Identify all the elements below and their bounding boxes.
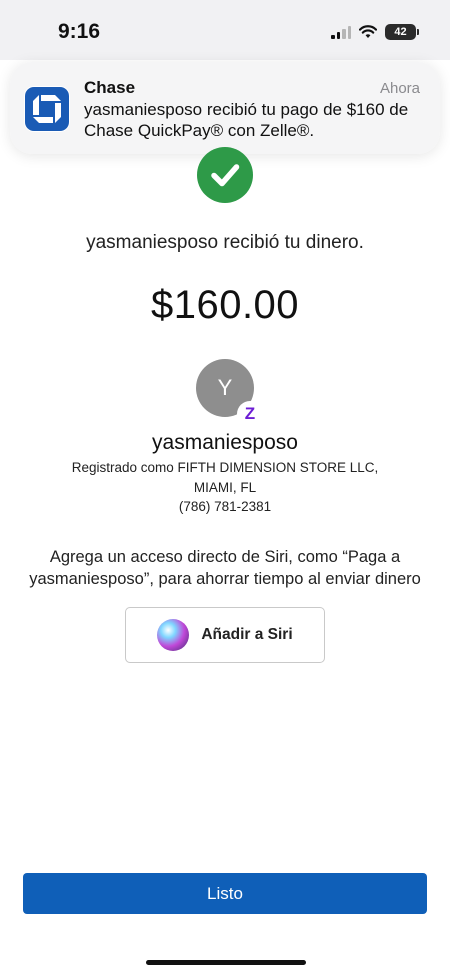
checkmark-icon <box>197 147 253 203</box>
chase-notification[interactable]: Chase Ahora yasmaniesposo recibió tu pag… <box>10 62 440 154</box>
registered-location: MIAMI, FL <box>193 480 257 495</box>
home-indicator[interactable] <box>146 960 306 965</box>
wifi-icon <box>359 25 377 38</box>
add-to-siri-button[interactable]: Añadir a Siri <box>125 607 325 663</box>
done-button-label: Listo <box>207 883 243 903</box>
avatar-initial: Y <box>217 375 233 400</box>
done-button[interactable]: Listo <box>23 873 427 914</box>
chase-logo-icon <box>24 86 70 132</box>
cellular-signal-icon <box>331 25 351 39</box>
status-icons: 42 <box>331 24 419 40</box>
add-to-siri-label: Añadir a Siri <box>201 626 293 643</box>
battery-icon: 42 <box>385 24 419 40</box>
recipient-phone: (786) 781-2381 <box>178 499 272 514</box>
status-bar: 9:16 42 <box>0 0 450 60</box>
zelle-badge-letter: Z <box>244 404 256 423</box>
confirmation-message: yasmaniesposo recibió tu dinero. <box>86 232 364 253</box>
siri-shortcut-text: Agrega un acceso directo de Siri, como “… <box>29 548 421 588</box>
registered-name: Registrado como FIFTH DIMENSION STORE LL… <box>71 460 379 475</box>
notification-time: Ahora <box>379 80 420 97</box>
payment-amount: $160.00 <box>150 283 300 327</box>
recipient-name: yasmaniesposo <box>152 431 298 454</box>
status-time: 9:16 <box>58 20 101 43</box>
notification-app-name: Chase <box>84 78 136 97</box>
siri-icon <box>157 619 190 651</box>
zelle-icon: Z <box>237 401 263 427</box>
battery-level: 42 <box>394 26 407 38</box>
notification-body: yasmaniesposo recibió tu pago de $160 de… <box>84 100 409 140</box>
